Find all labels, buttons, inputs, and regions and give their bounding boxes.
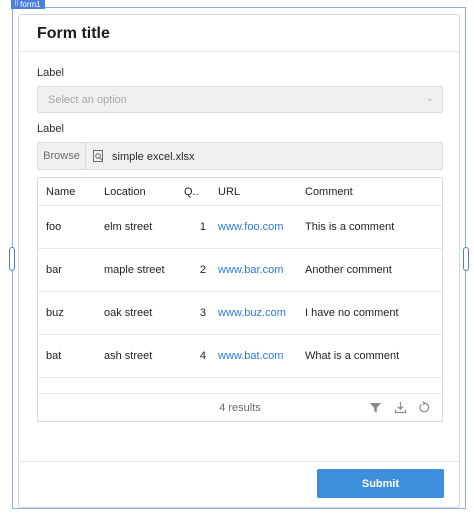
filter-icon[interactable] <box>369 401 382 414</box>
cell-name: buz <box>46 307 64 319</box>
cell-comment: What is a comment <box>305 350 400 362</box>
cell-name: bar <box>46 264 62 276</box>
footer-divider <box>19 461 459 462</box>
download-icon[interactable] <box>394 401 407 414</box>
refresh-icon[interactable] <box>418 401 431 414</box>
file-picker[interactable]: Browse simple excel.xlsx <box>37 142 443 170</box>
header-divider <box>19 51 459 52</box>
table-footer: 4 results <box>38 393 442 421</box>
file-label: Label <box>37 123 64 135</box>
cell-quantity: 3 <box>199 307 206 319</box>
component-tag-label: form1 <box>20 0 41 9</box>
cell-quantity: 1 <box>199 221 206 233</box>
cell-url-link[interactable]: www.bar.com <box>218 249 283 291</box>
cell-name: foo <box>46 221 62 233</box>
data-table: Name Location Q.. URL Comment foo elm st… <box>37 177 443 422</box>
table-row[interactable]: bar maple street 2 www.bar.com Another c… <box>38 249 442 292</box>
cell-url-link[interactable]: www.foo.com <box>218 206 283 248</box>
cell-quantity: 4 <box>199 350 206 362</box>
browse-button[interactable]: Browse <box>38 143 86 169</box>
cell-url-link[interactable]: www.buz.com <box>218 292 286 334</box>
select-placeholder: Select an option <box>48 94 127 106</box>
cell-comment: This is a comment <box>305 221 395 233</box>
cell-location: maple street <box>104 264 165 276</box>
table-row[interactable]: bat ash street 4 www.bat.com What is a c… <box>38 335 442 378</box>
option-select[interactable]: Select an option ⌄ <box>37 86 443 113</box>
file-name: simple excel.xlsx <box>112 151 195 163</box>
table-row[interactable]: foo elm street 1 www.foo.com This is a c… <box>38 206 442 249</box>
table-row[interactable]: buz oak street 3 www.buz.com I have no c… <box>38 292 442 335</box>
column-header-quantity[interactable]: Q.. <box>184 178 206 205</box>
form-container: Form title Label Select an option ⌄ Labe… <box>18 14 460 508</box>
cell-location: ash street <box>104 350 153 362</box>
cell-location: oak street <box>104 307 153 319</box>
cell-comment: I have no comment <box>305 307 399 319</box>
resize-handle-left[interactable] <box>9 247 15 271</box>
drag-grip-icon[interactable]: ⠿ <box>14 0 19 9</box>
cell-name: bat <box>46 350 62 362</box>
column-header-comment[interactable]: Comment <box>305 178 353 205</box>
column-header-location[interactable]: Location <box>104 178 146 205</box>
table-header-row: Name Location Q.. URL Comment <box>38 178 442 206</box>
cell-location: elm street <box>104 221 153 233</box>
column-header-name[interactable]: Name <box>46 178 75 205</box>
form-title: Form title <box>37 25 110 42</box>
cell-url-link[interactable]: www.bat.com <box>218 335 283 377</box>
chevron-down-icon: ⌄ <box>425 93 434 104</box>
select-label: Label <box>37 67 64 79</box>
file-search-icon <box>93 150 103 162</box>
cell-quantity: 2 <box>199 264 206 276</box>
component-tag[interactable]: ⠿ form1 <box>11 0 45 9</box>
column-header-url[interactable]: URL <box>218 178 240 205</box>
cell-comment: Another comment <box>305 264 392 276</box>
submit-button[interactable]: Submit <box>317 469 444 498</box>
resize-handle-right[interactable] <box>463 247 469 271</box>
